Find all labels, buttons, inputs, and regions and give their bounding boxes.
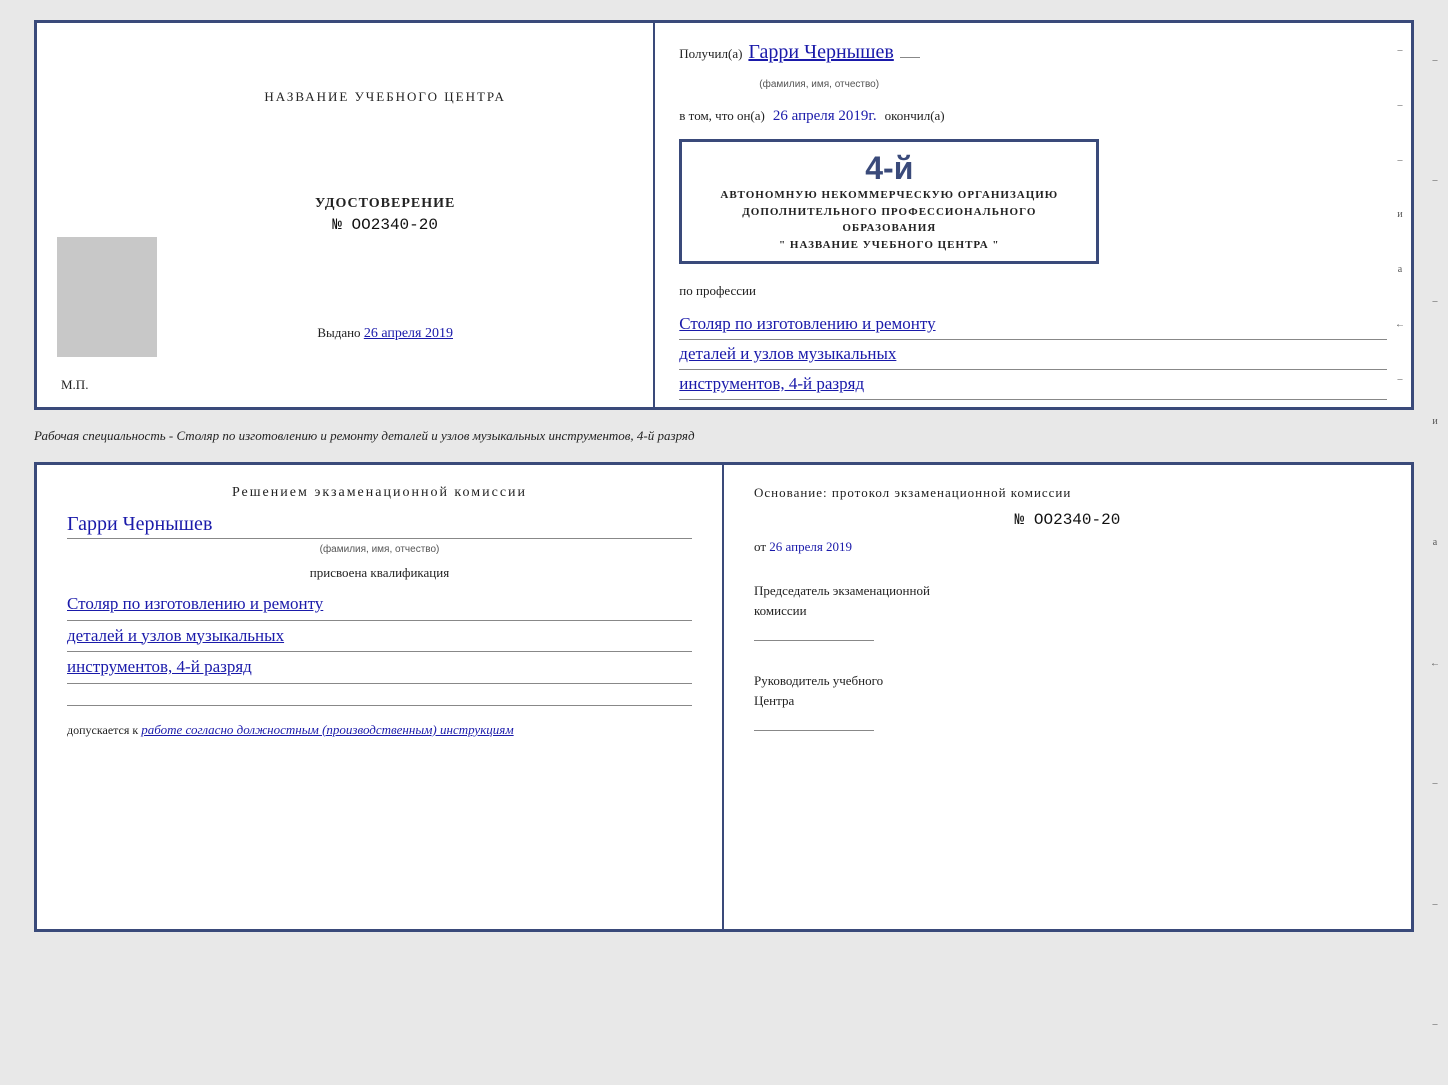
vydano-date: 26 апреля 2019	[364, 326, 453, 341]
udostoverenie-title: УДОСТОВЕРЕНИЕ	[315, 196, 455, 212]
stamp-line3: " НАЗВАНИЕ УЧЕБНОГО ЦЕНТРА "	[696, 237, 1082, 254]
qual-block: Столяр по изготовлению и ремонту деталей…	[67, 589, 692, 706]
vydano-label: Выдано	[317, 325, 360, 340]
dopuskaetsya-text: работе согласно должностным (производств…	[141, 722, 513, 737]
poluchil-label: Получил(а)	[679, 46, 742, 62]
description-line: Рабочая специальность - Столяр по изгото…	[34, 422, 1414, 450]
cert-bottom-left: Решением экзаменационной комиссии Гарри …	[37, 465, 724, 929]
recipient-name: Гарри Чернышев	[748, 41, 893, 64]
profession-line3: инструментов, 4-й разряд	[679, 370, 1387, 400]
fio-note-top: (фамилия, имя, отчество)	[759, 79, 879, 90]
photo-placeholder	[57, 237, 157, 357]
vtom-date: 26 апреля 2019г.	[773, 108, 877, 125]
cert-left-panel: НАЗВАНИЕ УЧЕБНОГО ЦЕНТРА УДОСТОВЕРЕНИЕ №…	[37, 23, 655, 407]
vtom-row: в том, что он(а) 26 апреля 2019г. окончи…	[679, 108, 1387, 125]
vtom-prefix: в том, что он(а)	[679, 108, 765, 124]
ot-date-val: 26 апреля 2019	[769, 539, 852, 554]
ot-date-row: от 26 апреля 2019	[754, 539, 1381, 555]
bottom-fio-note: (фамилия, имя, отчество)	[320, 544, 440, 555]
mp-label: М.П.	[61, 377, 88, 393]
top-center-title: НАЗВАНИЕ УЧЕБНОГО ЦЕНТРА	[264, 89, 505, 105]
stamp-line2: ДОПОЛНИТЕЛЬНОГО ПРОФЕССИОНАЛЬНОГО ОБРАЗО…	[696, 204, 1082, 237]
predsedatel-line1: Председатель экзаменационной	[754, 581, 1381, 601]
stamp-box: 4-й АВТОНОМНУЮ НЕКОММЕРЧЕСКУЮ ОРГАНИЗАЦИ…	[679, 139, 1099, 264]
bottom-right-side-marks: – – – и а ← – – –	[1430, 0, 1440, 1085]
udostoverenie-number: № OO2340-20	[315, 216, 455, 234]
vydano-block: Выдано 26 апреля 2019	[317, 325, 453, 342]
stamp-4y: 4-й	[865, 150, 913, 186]
prisvoena-label: присвоена квалификация	[67, 565, 692, 581]
profession-line2: деталей и узлов музыкальных	[679, 340, 1387, 370]
rukovoditel-block: Руководитель учебного Центра	[754, 671, 1381, 731]
description-text: Рабочая специальность - Столяр по изгото…	[34, 428, 695, 443]
predsedatel-line2: комиссии	[754, 601, 1381, 621]
bottom-recipient-name: Гарри Чернышев	[67, 513, 692, 539]
dopuskaetsya-prefix: допускается к	[67, 723, 138, 737]
rukovoditel-line2: Центра	[754, 691, 1381, 711]
bottom-certificate: Решением экзаменационной комиссии Гарри …	[34, 462, 1414, 932]
top-certificate: НАЗВАНИЕ УЧЕБНОГО ЦЕНТРА УДОСТОВЕРЕНИЕ №…	[34, 20, 1414, 410]
page-wrapper: НАЗВАНИЕ УЧЕБНОГО ЦЕНТРА УДОСТОВЕРЕНИЕ №…	[34, 20, 1414, 932]
cert-right-panel: Получил(а) Гарри Чернышев (фамилия, имя,…	[655, 23, 1411, 407]
profession-line1: Столяр по изготовлению и ремонту	[679, 310, 1387, 340]
resolution-title: Решением экзаменационной комиссии	[67, 485, 692, 501]
protocol-number: № OO2340-20	[754, 511, 1381, 529]
ot-prefix: от	[754, 539, 766, 554]
udostoverenie-block: УДОСТОВЕРЕНИЕ № OO2340-20	[315, 196, 455, 234]
qual-line3: инструментов, 4-й разряд	[67, 652, 692, 684]
osnovanie-title: Основание: протокол экзаменационной коми…	[754, 485, 1381, 501]
recipient-row: Получил(а) Гарри Чернышев	[679, 41, 1387, 64]
rukovoditel-line1: Руководитель учебного	[754, 671, 1381, 691]
po-professii-label: по профессии	[679, 283, 756, 298]
predsedatel-block: Председатель экзаменационной комиссии	[754, 581, 1381, 641]
qual-line2: деталей и узлов музыкальных	[67, 621, 692, 653]
right-side-marks: – – – и а ← –	[1395, 23, 1405, 407]
cert-bottom-right: Основание: протокол экзаменационной коми…	[724, 465, 1411, 929]
profession-block: Столяр по изготовлению и ремонту деталей…	[679, 310, 1387, 400]
predsedatel-sig-line	[754, 640, 874, 641]
dopuskaetsya-block: допускается к работе согласно должностны…	[67, 722, 692, 738]
okonchil-label: окончил(а)	[885, 108, 945, 124]
stamp-line1: АВТОНОМНУЮ НЕКОММЕРЧЕСКУЮ ОРГАНИЗАЦИЮ	[696, 187, 1082, 204]
bottom-name-row: Гарри Чернышев (фамилия, имя, отчество)	[67, 513, 692, 557]
qual-line1: Столяр по изготовлению и ремонту	[67, 589, 692, 621]
rukovoditel-sig-line	[754, 730, 874, 731]
